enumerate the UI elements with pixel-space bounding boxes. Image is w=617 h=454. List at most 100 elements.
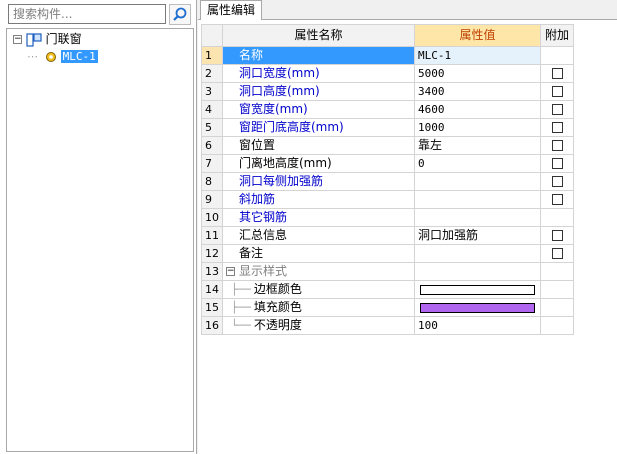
table-row[interactable]: 10 其它钢筋	[201, 208, 574, 227]
tree-line-icon: └──	[231, 319, 251, 332]
extra-cell	[540, 244, 574, 263]
tab-property-edit[interactable]: 属性编辑	[200, 0, 263, 20]
property-value-cell[interactable]: MLC-1	[414, 46, 541, 65]
table-row[interactable]: 1 名称 MLC-1	[201, 46, 574, 65]
table-row[interactable]: 9 斜加筋	[201, 190, 574, 209]
property-value-cell[interactable]	[414, 172, 541, 191]
table-row[interactable]: 4 窗宽度(mm) 4600	[201, 100, 574, 119]
row-number-header	[201, 24, 223, 47]
attach-checkbox[interactable]	[551, 122, 563, 133]
property-name-cell: └── 不透明度	[222, 316, 415, 335]
property-value-cell[interactable]: 靠左	[414, 136, 541, 155]
property-name-cell: 洞口宽度(mm)	[222, 64, 415, 83]
component-panel: 搜索构件... − 门联窗 ⋯ MLC-1	[0, 0, 197, 454]
gear-icon	[45, 51, 56, 62]
child-property-label: 边框颜色	[253, 282, 302, 296]
extra-cell	[540, 298, 574, 317]
attach-checkbox[interactable]	[551, 248, 563, 259]
table-row[interactable]: 15 ├── 填充颜色	[201, 298, 574, 317]
attach-checkbox[interactable]	[551, 194, 563, 205]
property-value-cell[interactable]	[414, 190, 541, 209]
table-row[interactable]: 7 门离地高度(mm) 0	[201, 154, 574, 173]
table-row[interactable]: 2 洞口宽度(mm) 5000	[201, 64, 574, 83]
group-label: 显示样式	[239, 264, 288, 278]
collapse-icon[interactable]: −	[226, 267, 235, 276]
table-row[interactable]: 5 窗距门底高度(mm) 1000	[201, 118, 574, 137]
property-value-cell[interactable]	[414, 244, 541, 263]
extra-cell	[540, 190, 574, 209]
table-row[interactable]: 13− 显示样式	[201, 262, 574, 281]
child-property-label: 不透明度	[253, 318, 302, 332]
property-name-cell: 窗位置	[222, 136, 415, 155]
property-value-cell[interactable]: 洞口加强筋	[414, 226, 541, 245]
table-row[interactable]: 11 汇总信息 洞口加强筋	[201, 226, 574, 245]
extra-cell	[540, 64, 574, 83]
table-row[interactable]: 16 └── 不透明度 100	[201, 316, 574, 335]
table-row[interactable]: 3 洞口高度(mm) 3400	[201, 82, 574, 101]
attach-checkbox[interactable]	[551, 86, 563, 97]
tree-node-root-label: 门联窗	[45, 32, 82, 46]
row-number: 1	[201, 46, 223, 65]
property-value-cell[interactable]: 100	[414, 316, 541, 335]
property-name-cell: 门离地高度(mm)	[222, 154, 415, 173]
property-name-cell: 其它钢筋	[222, 208, 415, 227]
search-button[interactable]	[169, 4, 191, 25]
tree-node-root[interactable]: − 门联窗	[13, 31, 82, 47]
row-number: 8	[201, 172, 223, 191]
property-value-cell[interactable]: 0	[414, 154, 541, 173]
property-value-cell[interactable]	[414, 298, 541, 317]
name-column-header[interactable]: 属性名称	[222, 24, 415, 47]
attach-checkbox[interactable]	[551, 104, 563, 115]
property-name-cell: 窗宽度(mm)	[222, 100, 415, 119]
attach-checkbox[interactable]	[551, 176, 563, 187]
row-number: 11	[201, 226, 223, 245]
property-value-cell[interactable]	[414, 208, 541, 227]
attach-checkbox[interactable]	[551, 230, 563, 241]
extra-cell	[540, 100, 574, 119]
collapse-icon[interactable]: −	[13, 35, 22, 44]
property-name-cell: ├── 边框颜色	[222, 280, 415, 299]
property-table: 属性名称 属性值 附加 1 名称 MLC-1 2 洞口宽度(mm) 5000 3 洞口高度(m…	[201, 24, 574, 335]
property-name-cell: 洞口高度(mm)	[222, 82, 415, 101]
search-input[interactable]: 搜索构件...	[8, 4, 166, 24]
row-number: 15	[201, 298, 223, 317]
table-row[interactable]: 14 ├── 边框颜色	[201, 280, 574, 299]
attach-checkbox[interactable]	[551, 68, 563, 79]
extra-cell	[540, 316, 574, 335]
property-value-cell[interactable]: 1000	[414, 118, 541, 137]
property-panel: 属性编辑 属性名称 属性值 附加 1 名称 MLC-1 2 洞口宽度(mm) 5000 3 洞…	[198, 0, 617, 454]
table-row[interactable]: 12 备注	[201, 244, 574, 263]
row-number: 3	[201, 82, 223, 101]
table-row[interactable]: 8 洞口每侧加强筋	[201, 172, 574, 191]
property-value-cell[interactable]: 3400	[414, 82, 541, 101]
property-name-cell: 备注	[222, 244, 415, 263]
property-value-cell[interactable]	[414, 262, 541, 281]
color-swatch[interactable]	[420, 302, 535, 313]
extra-cell	[540, 226, 574, 245]
row-number: 16	[201, 316, 223, 335]
color-swatch[interactable]	[420, 284, 535, 295]
extra-cell	[540, 172, 574, 191]
property-value-cell[interactable]	[414, 280, 541, 299]
table-row[interactable]: 6 窗位置 靠左	[201, 136, 574, 155]
child-property-label: 填充颜色	[253, 300, 302, 314]
value-column-header[interactable]: 属性值	[414, 24, 541, 47]
extra-cell	[540, 262, 574, 281]
row-number: 7	[201, 154, 223, 173]
row-number: 13	[201, 262, 223, 281]
property-name-cell: 名称	[222, 46, 415, 65]
attach-checkbox[interactable]	[551, 158, 563, 169]
tree-node-mlc1[interactable]: ⋯ MLC-1	[27, 48, 98, 64]
attach-checkbox[interactable]	[551, 140, 563, 151]
property-value-cell[interactable]: 5000	[414, 64, 541, 83]
property-value-cell[interactable]: 4600	[414, 100, 541, 119]
door-window-icon	[26, 32, 42, 47]
extra-cell	[540, 118, 574, 137]
extra-column-header[interactable]: 附加	[540, 24, 574, 47]
row-number: 2	[201, 64, 223, 83]
table-header-row: 属性名称 属性值 附加	[201, 24, 574, 47]
extra-cell	[540, 280, 574, 299]
tree-node-mlc1-label: MLC-1	[60, 50, 98, 63]
row-number: 14	[201, 280, 223, 299]
property-name-cell: 窗距门底高度(mm)	[222, 118, 415, 137]
